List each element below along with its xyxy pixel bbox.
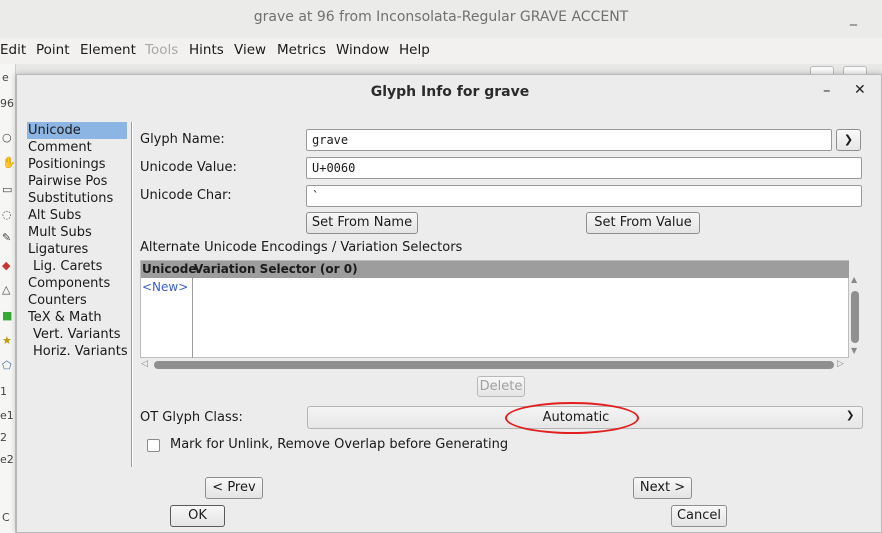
section-pairwise-pos[interactable]: Pairwise Pos	[27, 173, 127, 190]
pen-tool-icon[interactable]: ✎	[2, 232, 13, 244]
scrollbar-thumb[interactable]	[851, 291, 859, 343]
section-positionings[interactable]: Positionings	[27, 156, 127, 173]
mark-unlink-checkbox[interactable]	[147, 439, 160, 452]
background-label: e1	[0, 409, 14, 422]
section-ligatures[interactable]: Ligatures	[27, 241, 127, 258]
scroll-right-icon[interactable]: ▷	[837, 359, 844, 369]
dialog-close-button[interactable]: ✕	[854, 82, 866, 98]
section-comment[interactable]: Comment	[27, 139, 127, 156]
pointer-tool-icon[interactable]: ○	[2, 132, 13, 144]
knife-tool-icon[interactable]: ◆	[2, 260, 13, 272]
prev-button[interactable]: < Prev	[205, 477, 263, 499]
table-vertical-scrollbar[interactable]: ▲ ▼	[848, 275, 862, 358]
section-components[interactable]: Components	[27, 275, 127, 292]
scroll-up-icon[interactable]: ▲	[851, 275, 857, 284]
section-counters[interactable]: Counters	[27, 292, 127, 309]
unicode-value-input[interactable]: U+0060	[306, 157, 862, 179]
scrollbar-thumb[interactable]	[154, 361, 834, 369]
menu-point[interactable]: Point	[36, 42, 70, 58]
glyph-name-dropdown-button[interactable]: ❯	[836, 129, 861, 151]
set-from-name-button[interactable]: Set From Name	[306, 212, 418, 234]
dialog-title: Glyph Info for grave	[370, 84, 530, 100]
section-alt-subs[interactable]: Alt Subs	[27, 207, 127, 224]
column-variation-selector: Variation Selector (or 0)	[194, 262, 358, 276]
section-lig-carets[interactable]: Lig. Carets	[27, 258, 127, 275]
background-label: C	[2, 511, 10, 524]
section-horiz-variants[interactable]: Horiz. Variants	[27, 343, 128, 360]
window-title: grave at 96 from Inconsolata-Regular GRA…	[253, 9, 629, 25]
scroll-left-icon[interactable]: ◁	[141, 359, 148, 369]
menu-view[interactable]: View	[234, 42, 266, 58]
star-tool-icon[interactable]: ★	[2, 335, 13, 347]
ok-button[interactable]: OK	[170, 505, 225, 527]
menu-tools: Tools	[145, 42, 179, 58]
window-minimize-button[interactable]: _	[850, 10, 857, 26]
delete-button[interactable]: Delete	[477, 376, 525, 397]
spiro-tool-icon[interactable]: ◌	[2, 209, 13, 221]
glyph-name-input[interactable]: grave	[306, 129, 832, 151]
column-divider	[192, 278, 193, 358]
hand-tool-icon[interactable]: ✋	[2, 157, 15, 169]
unicode-char-input[interactable]: `	[306, 185, 862, 207]
background-label: e	[2, 71, 9, 84]
next-button[interactable]: Next >	[633, 477, 692, 499]
section-tex-math[interactable]: TeX & Math	[27, 309, 127, 326]
chevron-down-icon: ❯	[846, 410, 855, 421]
set-from-value-button[interactable]: Set From Value	[586, 212, 700, 234]
unicode-value-label: Unicode Value:	[140, 160, 237, 175]
menubar: Edit Point Element Tools Hints View Metr…	[0, 38, 882, 64]
section-list: Unicode Comment Positionings Pairwise Po…	[27, 122, 128, 360]
glyph-info-dialog: Glyph Info for grave – ✕ Unicode Comment…	[16, 74, 882, 533]
rect-tool-icon[interactable]: ■	[2, 310, 13, 322]
highlight-annotation	[505, 402, 639, 434]
section-vert-variants[interactable]: Vert. Variants	[27, 326, 127, 343]
dialog-minimize-button[interactable]: –	[823, 81, 831, 99]
section-mult-subs[interactable]: Mult Subs	[27, 224, 127, 241]
alt-encodings-table[interactable]: Unicode Variation Selector (or 0) <New>	[140, 260, 849, 358]
background-label: 96	[0, 97, 14, 110]
menu-help[interactable]: Help	[399, 42, 430, 58]
ot-glyph-class-label: OT Glyph Class:	[140, 410, 243, 425]
background-label: 2	[0, 431, 7, 444]
menu-metrics[interactable]: Metrics	[277, 42, 326, 58]
glyph-name-label: Glyph Name:	[140, 132, 225, 147]
unicode-char-label: Unicode Char:	[140, 188, 232, 203]
mark-unlink-label: Mark for Unlink, Remove Overlap before G…	[170, 437, 509, 452]
section-substitutions[interactable]: Substitutions	[27, 190, 127, 207]
menu-element[interactable]: Element	[80, 42, 136, 58]
divider	[131, 122, 133, 467]
scroll-down-icon[interactable]: ▼	[851, 346, 857, 355]
menu-hints[interactable]: Hints	[189, 42, 224, 58]
table-header: Unicode Variation Selector (or 0)	[141, 261, 849, 278]
cancel-button[interactable]: Cancel	[671, 505, 727, 527]
menu-edit[interactable]: Edit	[0, 42, 26, 58]
background-label: 1	[0, 385, 7, 398]
chevron-down-icon: ❯	[843, 133, 854, 146]
background-label: e2	[0, 453, 14, 466]
polygon-tool-icon[interactable]: ⬠	[2, 360, 13, 372]
new-row-item[interactable]: <New>	[142, 280, 188, 294]
menu-window[interactable]: Window	[336, 42, 389, 58]
background-toolbox: e 96 ○ ✋ ▭ ◌ ✎ ◆ △ ■ ★ ⬠ 1 e1 2 e2 C	[0, 64, 16, 533]
alt-encodings-label: Alternate Unicode Encodings / Variation …	[140, 240, 463, 255]
table-horizontal-scrollbar[interactable]: ◁ ▷	[140, 358, 849, 372]
column-unicode: Unicode	[142, 262, 197, 276]
scale-tool-icon[interactable]: △	[2, 284, 13, 296]
section-unicode[interactable]: Unicode	[27, 122, 127, 139]
ruler-tool-icon[interactable]: ▭	[2, 184, 13, 196]
